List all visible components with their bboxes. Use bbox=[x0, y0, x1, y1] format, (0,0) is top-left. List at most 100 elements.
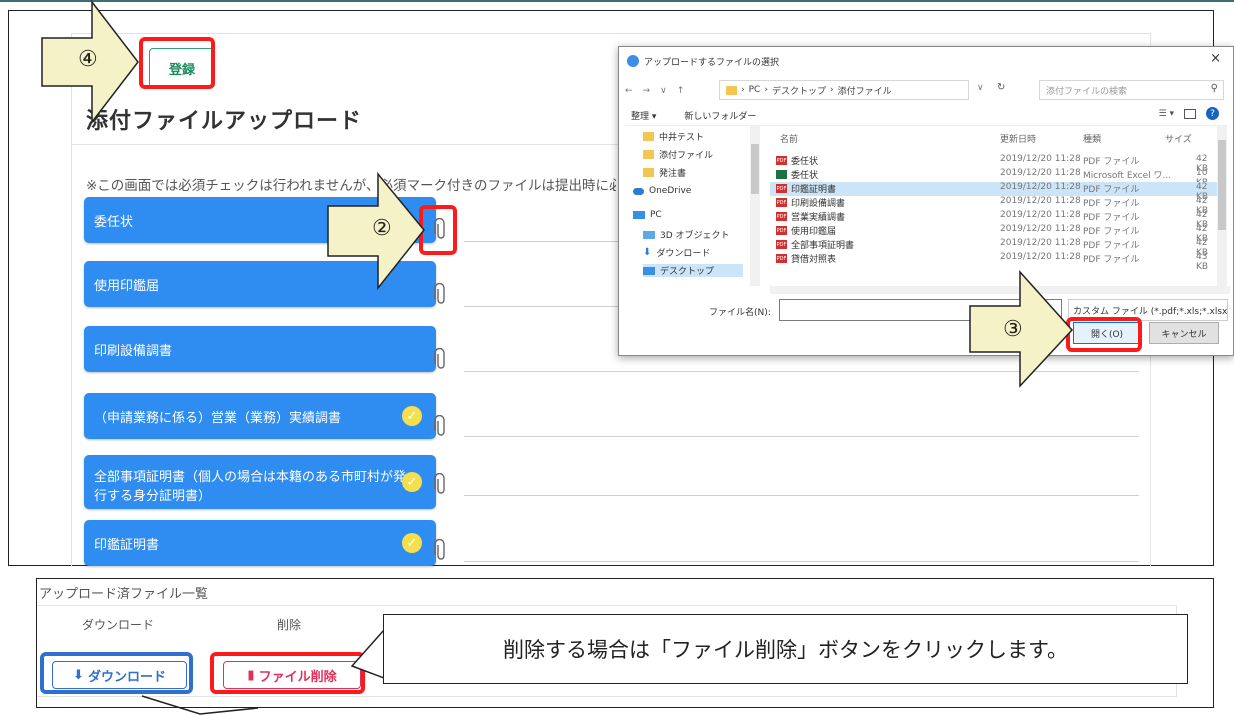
file-name: 営業実績調書 bbox=[791, 213, 846, 223]
file-row[interactable]: PDF 全部事項証明書 2019/12/20 11:28 PDF ファイル 42 … bbox=[770, 238, 1222, 258]
pdf-icon: PDF bbox=[776, 240, 787, 249]
tree-item[interactable]: 発注書 bbox=[643, 166, 686, 179]
path-segment[interactable]: 添付ファイル bbox=[838, 84, 892, 97]
file-name-line bbox=[464, 561, 1139, 562]
folder-icon bbox=[643, 132, 654, 141]
file-date: 2019/12/20 11:28 bbox=[1000, 252, 1081, 262]
column-date[interactable]: 更新日時 bbox=[1000, 132, 1036, 145]
file-type: PDF ファイル bbox=[1083, 185, 1140, 195]
cancel-button[interactable]: キャンセル bbox=[1149, 322, 1219, 344]
list-scrollbar[interactable] bbox=[1217, 126, 1227, 286]
file-row[interactable]: PDF 使用印鑑届 2019/12/20 11:28 PDF ファイル 42 KB bbox=[770, 224, 1222, 244]
search-placeholder: 添付ファイルの検索 bbox=[1046, 86, 1128, 97]
help-icon[interactable]: ? bbox=[1206, 107, 1219, 120]
file-name: 委任状 bbox=[791, 157, 819, 167]
download-highlight bbox=[40, 652, 193, 694]
file-date: 2019/12/20 11:28 bbox=[1000, 168, 1081, 178]
file-name: 使用印鑑届 bbox=[791, 227, 837, 237]
top-accent-line bbox=[0, 0, 1234, 2]
file-row[interactable]: PDF 営業実績調書 2019/12/20 11:28 PDF ファイル 42 K… bbox=[770, 210, 1222, 230]
column-type[interactable]: 種類 bbox=[1083, 132, 1101, 145]
column-name[interactable]: 名前 bbox=[780, 132, 798, 145]
file-name: 委任状 bbox=[791, 171, 819, 181]
pdf-icon: PDF bbox=[776, 254, 787, 263]
path-sep: › bbox=[829, 85, 834, 95]
file-name: 印刷設備調書 bbox=[791, 199, 846, 209]
back-arrow-icon[interactable]: ← bbox=[625, 86, 633, 96]
pdf-icon: PDF bbox=[776, 156, 787, 165]
tree-label: 発注書 bbox=[659, 169, 687, 179]
doc-label: 使用印鑑届 bbox=[94, 279, 160, 294]
refresh-icon[interactable]: ↻ bbox=[997, 82, 1005, 93]
folder-icon bbox=[726, 85, 737, 95]
tree-item[interactable]: 中井テスト bbox=[643, 130, 704, 143]
tree-item[interactable]: 添付ファイル bbox=[643, 148, 713, 161]
paperclip-icon[interactable] bbox=[434, 348, 448, 372]
doc-button-registry-certificate[interactable]: 全部事項証明書（個人の場合は本籍のある市町村が発 行する身分証明書） ✓ bbox=[84, 455, 436, 509]
paperclip-icon[interactable] bbox=[434, 539, 448, 563]
file-row-selected[interactable]: PDF 印鑑証明書 2019/12/20 11:28 PDF ファイル 42 KB bbox=[770, 182, 1222, 202]
organize-menu[interactable]: 整理 ▾ bbox=[631, 109, 656, 122]
tree-scrollbar[interactable] bbox=[750, 126, 760, 286]
step3-label: ③ bbox=[1003, 317, 1023, 342]
tree-label: デスクトップ bbox=[660, 267, 715, 277]
delete-highlight bbox=[210, 652, 365, 694]
register-highlight bbox=[139, 37, 215, 89]
new-folder-button[interactable]: 新しいフォルダー bbox=[684, 109, 756, 122]
download-icon: ⬇ bbox=[643, 247, 652, 258]
3d-objects-icon bbox=[643, 230, 655, 239]
tree-label: ダウンロード bbox=[656, 249, 711, 259]
up-arrow-icon[interactable]: ↑ bbox=[677, 86, 685, 96]
file-type: Microsoft Excel ワ... bbox=[1083, 171, 1172, 181]
file-date: 2019/12/20 11:28 bbox=[1000, 182, 1081, 192]
file-row[interactable]: PDF 印刷設備調書 2019/12/20 11:28 PDF ファイル 42 K… bbox=[770, 196, 1222, 216]
paperclip-icon[interactable] bbox=[434, 473, 448, 497]
tree-item-onedrive[interactable]: OneDrive bbox=[633, 186, 691, 196]
check-icon: ✓ bbox=[402, 406, 422, 426]
scroll-thumb[interactable] bbox=[1218, 140, 1226, 230]
paperclip-icon[interactable] bbox=[434, 415, 448, 439]
preview-pane-icon[interactable] bbox=[1184, 108, 1196, 119]
forward-arrow-icon[interactable]: → bbox=[643, 86, 651, 96]
uploaded-list-title: アップロード済ファイル一覧 bbox=[39, 587, 209, 602]
pdf-icon: PDF bbox=[776, 226, 787, 235]
tree-item-pc[interactable]: PC bbox=[633, 210, 662, 220]
address-bar[interactable]: › PC › デスクトップ › 添付ファイル bbox=[719, 80, 969, 100]
recent-dropdown-icon[interactable]: ∨ bbox=[660, 86, 667, 96]
close-icon[interactable]: × bbox=[1210, 51, 1221, 66]
dialog-toolbar: 整理 ▾ 新しいフォルダー bbox=[631, 109, 756, 122]
file-open-dialog: アップロードするファイルの選択 × ← → ∨ ↑ › PC › デスクトップ … bbox=[618, 46, 1234, 356]
doc-button-business-record[interactable]: （申請業務に係る）営業（業務）実績調書 ✓ bbox=[84, 393, 436, 439]
excel-icon bbox=[776, 170, 787, 179]
doc-button-printing-equipment[interactable]: 印刷設備調書 bbox=[84, 326, 436, 372]
doc-button-seal-certificate[interactable]: 印鑑証明書 ✓ bbox=[84, 520, 436, 566]
path-sep: › bbox=[764, 85, 768, 95]
dialog-title: アップロードするファイルの選択 bbox=[644, 57, 780, 68]
view-options-icon[interactable]: ☰ ▾ bbox=[1159, 109, 1174, 119]
file-type: PDF ファイル bbox=[1083, 255, 1140, 265]
onedrive-icon bbox=[633, 187, 644, 195]
path-segment[interactable]: PC bbox=[749, 85, 761, 95]
file-date: 2019/12/20 11:28 bbox=[1000, 210, 1081, 220]
pdf-icon: PDF bbox=[776, 184, 787, 193]
column-size[interactable]: サイズ bbox=[1165, 132, 1192, 145]
step4-label: ④ bbox=[78, 47, 98, 72]
doc-label: 全部事項証明書（個人の場合は本籍のある市町村が発 bbox=[94, 470, 407, 485]
tree-item[interactable]: 3D オブジェクト bbox=[643, 228, 730, 241]
path-segment[interactable]: デスクトップ bbox=[772, 84, 826, 97]
address-dropdown-icon[interactable]: ∨ bbox=[977, 83, 984, 93]
step2-label: ② bbox=[372, 216, 392, 241]
file-type: PDF ファイル bbox=[1083, 241, 1140, 251]
file-row[interactable]: PDF 貸借対照表 2019/12/20 11:28 PDF ファイル 43 KB bbox=[770, 252, 1222, 272]
file-row[interactable]: PDF 委任状 2019/12/20 11:28 PDF ファイル 42 KB bbox=[770, 154, 1222, 174]
tree-item-desktop[interactable]: デスクトップ bbox=[643, 264, 743, 277]
file-row[interactable]: 委任状 2019/12/20 11:28 Microsoft Excel ワ..… bbox=[770, 168, 1222, 188]
doc-label: 委任状 bbox=[94, 215, 134, 230]
search-input[interactable]: 添付ファイルの検索 ⚲ bbox=[1039, 80, 1224, 100]
paperclip-icon[interactable] bbox=[434, 283, 448, 307]
tree-item[interactable]: ⬇ ダウンロード bbox=[643, 246, 710, 259]
callout-text: 削除する場合は「ファイル削除」ボタンをクリックします。 bbox=[503, 638, 1068, 662]
scroll-thumb[interactable] bbox=[751, 144, 759, 194]
filename-label: ファイル名(N): bbox=[709, 308, 771, 318]
navigation-tree: 中井テスト 添付ファイル 発注書 OneDrive PC 3D オブジェクト ⬇… bbox=[625, 126, 745, 286]
